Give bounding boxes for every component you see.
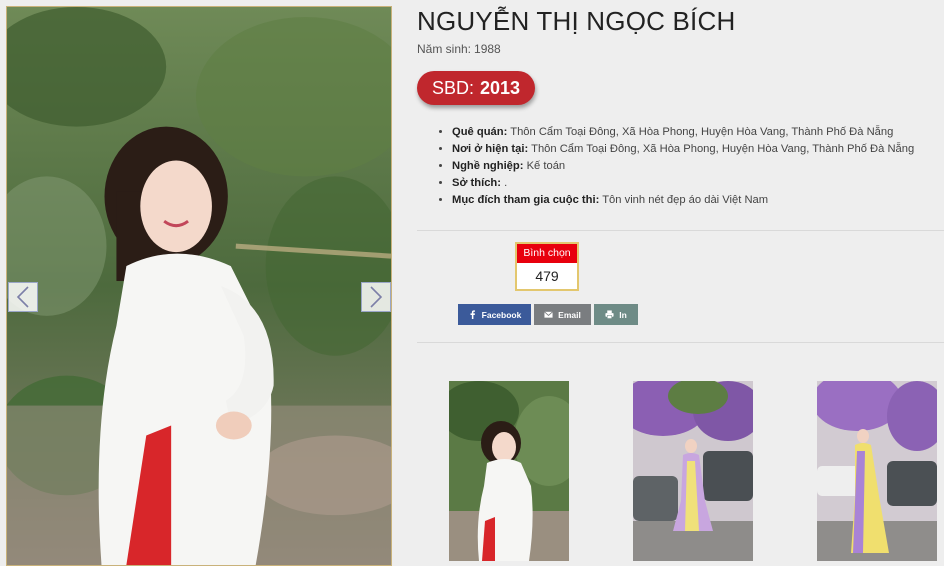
chevron-left-icon bbox=[16, 286, 29, 308]
facebook-icon bbox=[470, 310, 475, 319]
sbd-label: SBD: bbox=[431, 77, 474, 98]
birth-year-line: Năm sinh: 1988 bbox=[417, 42, 501, 56]
gallery-thumbnail[interactable] bbox=[449, 381, 569, 561]
slider-prev-button[interactable] bbox=[8, 282, 38, 312]
email-share-button[interactable]: Email bbox=[534, 304, 591, 325]
contestant-info-list: Quê quán: Thôn Cẩm Toại Đông, Xã Hòa Pho… bbox=[438, 124, 914, 209]
printer-icon bbox=[605, 310, 614, 319]
contestant-name: NGUYỄN THỊ NGỌC BÍCH bbox=[417, 6, 736, 36]
info-current-address: Nơi ở hiện tại: Thôn Cẩm Toại Đông, Xã H… bbox=[452, 141, 914, 158]
thumbnail-image bbox=[633, 381, 753, 561]
print-button[interactable]: In bbox=[594, 304, 638, 325]
envelope-icon bbox=[544, 311, 553, 318]
divider bbox=[417, 342, 944, 343]
birth-year-label: Năm sinh: bbox=[417, 42, 472, 56]
thumbnail-image bbox=[449, 381, 569, 561]
vote-button[interactable]: Bình chọn 479 bbox=[515, 242, 579, 291]
info-hobby: Sở thích: . bbox=[452, 175, 914, 192]
divider bbox=[417, 230, 944, 231]
contestant-photo bbox=[7, 7, 391, 565]
slider-next-button[interactable] bbox=[361, 282, 391, 312]
vote-count: 479 bbox=[535, 268, 559, 284]
gallery-thumbnail[interactable] bbox=[817, 381, 937, 561]
info-occupation: Nghề nghiệp: Kế toán bbox=[452, 158, 914, 175]
info-hometown: Quê quán: Thôn Cẩm Toại Đông, Xã Hòa Pho… bbox=[452, 124, 914, 141]
sbd-badge: SBD: 2013 bbox=[417, 71, 535, 105]
main-photo bbox=[6, 6, 392, 566]
sbd-number: 2013 bbox=[479, 77, 521, 98]
gallery-thumbnail[interactable] bbox=[633, 381, 753, 561]
thumbnail-image bbox=[817, 381, 937, 561]
facebook-share-button[interactable]: Facebook bbox=[458, 304, 531, 325]
info-purpose: Mục đích tham gia cuộc thi: Tôn vinh nét… bbox=[452, 192, 914, 209]
vote-label: Bình chọn bbox=[517, 244, 577, 263]
chevron-right-icon bbox=[370, 286, 383, 308]
birth-year-value: 1988 bbox=[474, 42, 501, 56]
